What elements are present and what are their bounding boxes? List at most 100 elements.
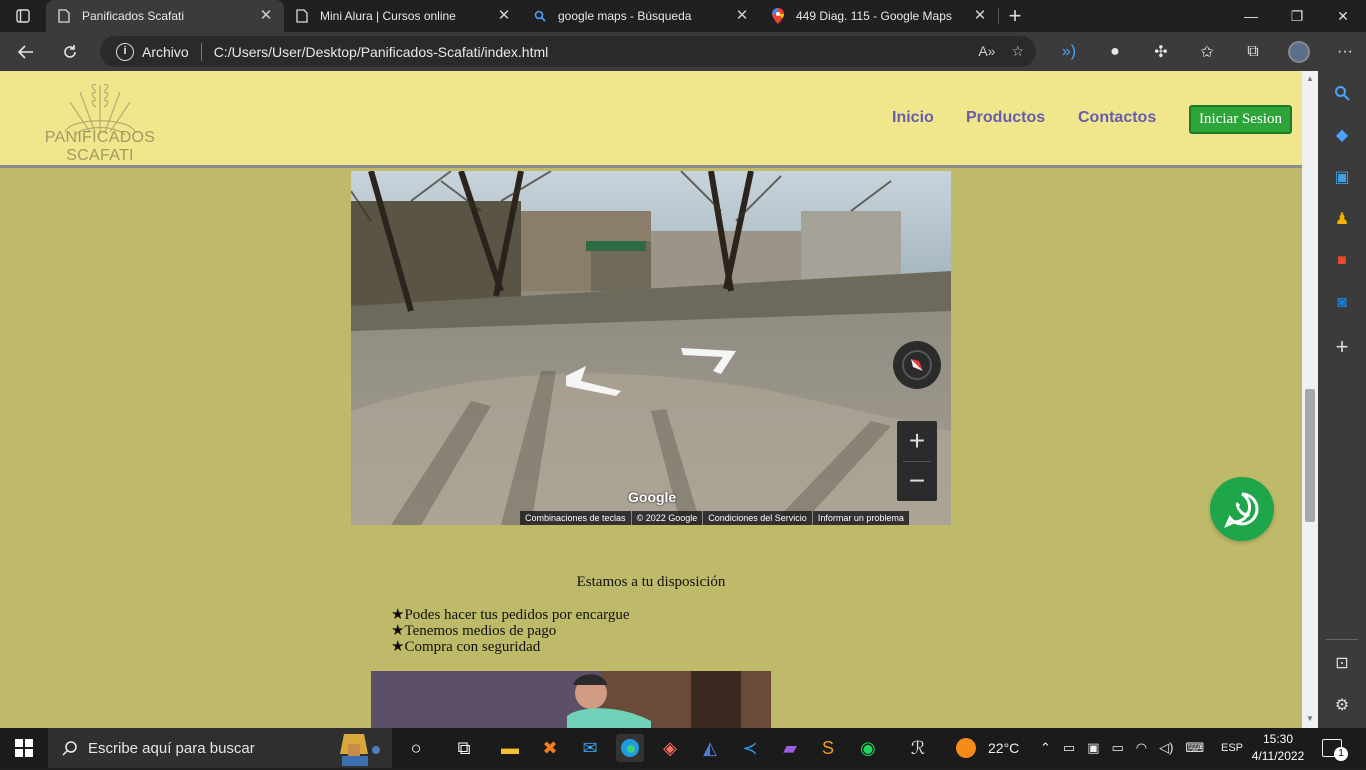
- notification-count: 1: [1334, 747, 1348, 761]
- scroll-thumb[interactable]: [1305, 389, 1315, 522]
- tab-panificados[interactable]: Panificados Scafati ✕: [46, 0, 284, 32]
- new-tab-button[interactable]: +: [999, 0, 1031, 32]
- file-explorer-icon[interactable]: ▬: [496, 734, 524, 762]
- logo-text: PANIFICADOS SCAFATI: [44, 129, 156, 164]
- clock-time: 15:30: [1262, 732, 1294, 746]
- monitor-icon[interactable]: ▣: [1087, 740, 1099, 756]
- games-icon[interactable]: ♟: [1330, 207, 1354, 231]
- tab-title: 449 Diag. 115 - Google Maps: [796, 9, 952, 23]
- battery-icon[interactable]: ▭: [1112, 740, 1124, 756]
- add-sidebar-icon[interactable]: +: [1330, 334, 1354, 359]
- notifications-icon[interactable]: 1: [1322, 728, 1356, 768]
- close-tab-icon[interactable]: ✕: [258, 8, 274, 24]
- tab-title: Panificados Scafati: [82, 9, 185, 23]
- sublime-icon[interactable]: S: [814, 734, 842, 762]
- close-window-icon[interactable]: ✕: [1320, 0, 1366, 32]
- tab-google-maps[interactable]: 449 Diag. 115 - Google Maps ✕: [760, 0, 998, 32]
- site-logo[interactable]: PANIFICADOS SCAFATI: [30, 77, 170, 165]
- compass-icon[interactable]: [893, 341, 941, 389]
- tab-actions-icon[interactable]: [0, 0, 46, 32]
- extension-circle-icon[interactable]: ●: [1092, 36, 1138, 68]
- zoom-in-button[interactable]: +: [897, 421, 937, 461]
- favorites-icon[interactable]: ✩: [1184, 36, 1230, 68]
- taskbar-clock[interactable]: 15:30 4/11/2022: [1248, 731, 1308, 765]
- favorite-add-icon[interactable]: ☆: [1011, 43, 1024, 60]
- keyboard-shortcuts-link[interactable]: Combinaciones de teclas: [520, 511, 632, 525]
- zoom-out-button[interactable]: −: [897, 461, 937, 501]
- windows-taskbar: Escribe aquí para buscar ○ ⧉ ▬ ✖ ✉ ◈ ◭ ≺…: [0, 728, 1366, 768]
- git-icon[interactable]: ◈: [656, 734, 684, 762]
- report-problem-link[interactable]: Informar un problema: [813, 511, 909, 525]
- copyright-text: © 2022 Google: [632, 511, 704, 525]
- restore-icon[interactable]: ❐: [1274, 0, 1320, 32]
- address-actions: A» ☆: [978, 43, 1024, 60]
- tools-icon[interactable]: ▣: [1330, 165, 1354, 189]
- tab-title: Mini Alura | Cursos online: [320, 9, 456, 23]
- people-icon[interactable]: ℛ: [904, 734, 932, 762]
- hide-sidebar-icon[interactable]: ⊡: [1330, 651, 1354, 675]
- edge-taskbar-icon[interactable]: [616, 734, 644, 762]
- refresh-icon[interactable]: [52, 36, 88, 68]
- collections-icon[interactable]: ⧉: [1230, 36, 1276, 68]
- terms-link[interactable]: Condiciones del Servicio: [703, 511, 813, 525]
- spotify-icon[interactable]: ◉: [854, 734, 882, 762]
- profile-avatar-icon[interactable]: [1276, 36, 1322, 68]
- taskbar-search[interactable]: Escribe aquí para buscar: [48, 728, 392, 768]
- info-icon[interactable]: i: [116, 42, 134, 61]
- features-list: ★Podes hacer tus pedidos por encargue ★T…: [391, 607, 630, 655]
- whatsapp-button[interactable]: [1210, 477, 1274, 541]
- back-icon[interactable]: [8, 36, 44, 68]
- search-placeholder: Escribe aquí para buscar: [88, 739, 255, 757]
- read-aloud-icon[interactable]: A»: [978, 43, 995, 60]
- window-controls: — ❐ ✕: [1228, 0, 1366, 32]
- office-icon[interactable]: ■: [1330, 249, 1354, 273]
- maps-pin-icon: [770, 8, 786, 24]
- nav-link-contactos[interactable]: Contactos: [1078, 109, 1156, 127]
- vscode-icon[interactable]: ≺: [736, 734, 764, 762]
- outlook-icon[interactable]: ◙: [1330, 291, 1354, 315]
- login-button[interactable]: Iniciar Sesion: [1189, 105, 1292, 134]
- wifi-extension-icon[interactable]: »): [1046, 36, 1092, 68]
- extensions-icon[interactable]: ✣: [1138, 36, 1184, 68]
- system-tray: ⌃ ▭ ▣ ▭ ◠ ◁) ⌨: [1040, 728, 1204, 768]
- settings-gear-icon[interactable]: ⚙: [1330, 693, 1354, 717]
- browser-toolbar: i Archivo C:/Users/User/Desktop/Panifica…: [0, 32, 1366, 71]
- more-options-icon[interactable]: ···: [1322, 36, 1366, 68]
- mail-icon[interactable]: ✉: [576, 734, 604, 762]
- shopping-tag-icon[interactable]: ◆: [1330, 123, 1354, 147]
- page-scrollbar[interactable]: ▲ ▼: [1302, 71, 1318, 728]
- network-icon[interactable]: ◠: [1136, 740, 1147, 756]
- close-tab-icon[interactable]: ✕: [734, 8, 750, 24]
- address-url: C:/Users/User/Desktop/Panificados-Scafat…: [213, 43, 549, 60]
- language-indicator[interactable]: ESP: [1221, 728, 1243, 768]
- start-button[interactable]: [0, 728, 48, 768]
- close-tab-icon[interactable]: ✕: [972, 8, 988, 24]
- tab-mini-alura[interactable]: Mini Alura | Cursos online ✕: [284, 0, 522, 32]
- scroll-up-icon[interactable]: ▲: [1305, 74, 1315, 84]
- street-view-embed[interactable]: + − Google Combinaciones de teclas © 202…: [351, 171, 951, 525]
- sidebar-divider: [1326, 639, 1358, 640]
- page-icon: [56, 8, 72, 24]
- weather-widget[interactable]: 22°C: [956, 728, 1019, 768]
- tab-google-search[interactable]: google maps - Búsqueda ✕: [522, 0, 760, 32]
- mysql-icon[interactable]: ◭: [696, 734, 724, 762]
- search-highlight-icon: [328, 730, 388, 766]
- bakery-video[interactable]: [371, 671, 771, 728]
- address-bar[interactable]: i Archivo C:/Users/User/Desktop/Panifica…: [100, 36, 1036, 67]
- nav-link-productos[interactable]: Productos: [966, 109, 1045, 127]
- search-icon[interactable]: [1330, 81, 1354, 105]
- keyboard-icon[interactable]: ⌨: [1185, 740, 1204, 756]
- windows-logo-icon: [15, 739, 33, 757]
- chevron-up-icon[interactable]: ⌃: [1040, 740, 1051, 756]
- xampp-icon[interactable]: ✖: [536, 734, 564, 762]
- minimize-icon[interactable]: —: [1228, 0, 1274, 32]
- cortana-icon[interactable]: ○: [402, 734, 430, 762]
- clipchamp-icon[interactable]: ▰: [776, 734, 804, 762]
- webcam-icon[interactable]: ▭: [1063, 740, 1075, 756]
- scroll-down-icon[interactable]: ▼: [1305, 714, 1315, 724]
- map-footer: Combinaciones de teclas © 2022 Google Co…: [520, 511, 909, 525]
- close-tab-icon[interactable]: ✕: [496, 8, 512, 24]
- volume-icon[interactable]: ◁): [1159, 740, 1173, 756]
- task-view-icon[interactable]: ⧉: [450, 734, 478, 762]
- nav-link-inicio[interactable]: Inicio: [892, 109, 934, 127]
